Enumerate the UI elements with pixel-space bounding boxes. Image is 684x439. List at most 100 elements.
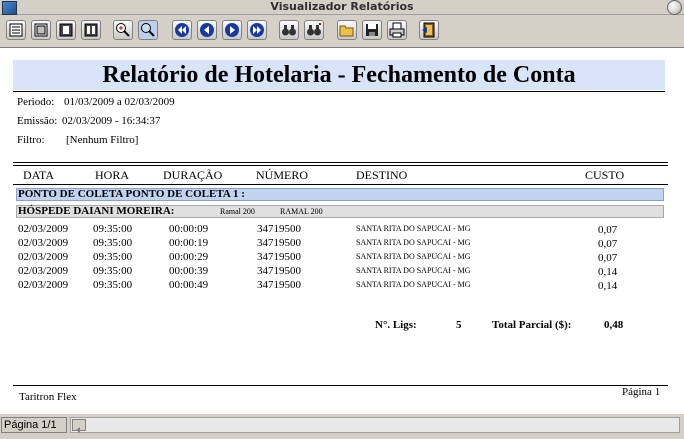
guest-label: HÓSPEDE DAIANI MOREIRA:	[18, 205, 175, 217]
print-button[interactable]	[387, 20, 407, 40]
window-title: Visualizador Relatórios	[270, 0, 414, 13]
first-page-icon	[175, 23, 189, 37]
zoom-fit-button[interactable]	[138, 20, 158, 40]
toolbar	[0, 15, 684, 47]
row-destino: SANTA RITA DO SAPUCAI - MG	[356, 280, 471, 289]
scroll-left-button[interactable]	[72, 419, 86, 433]
page-view-icon	[34, 23, 48, 37]
filtro-label: Filtro:	[17, 134, 45, 146]
row-hora: 09:35:00	[93, 265, 133, 277]
column-header-data: DATA	[23, 168, 55, 182]
status-bar: Página 1/1	[0, 413, 684, 437]
exit-icon	[422, 22, 435, 38]
first-page-button[interactable]	[172, 20, 192, 40]
footer-page-number: Página 1	[622, 386, 661, 398]
row-destino: SANTA RITA DO SAPUCAI - MG	[356, 238, 471, 247]
total-label: Total Parcial ($):	[492, 319, 572, 331]
row-custo: 0,07	[598, 252, 618, 264]
next-page-icon	[225, 23, 239, 37]
row-custo: 0,14	[598, 280, 618, 292]
header-line-bottom	[13, 165, 668, 166]
row-hora: 09:35:00	[93, 237, 133, 249]
row-hora: 09:35:00	[93, 223, 133, 235]
row-destino: SANTA RITA DO SAPUCAI - MG	[356, 224, 471, 233]
scroll-left-icon	[76, 427, 80, 433]
single-page-button[interactable]	[56, 20, 76, 40]
prev-page-icon	[200, 23, 214, 37]
open-icon	[339, 25, 354, 37]
guest-ramal-upper: RAMAL 200	[280, 207, 323, 216]
column-header-duracao: DURAÇÃO	[163, 168, 223, 182]
zoom-in-icon	[116, 23, 130, 37]
row-data: 02/03/2009	[18, 251, 69, 263]
title-bar: Visualizador Relatórios	[0, 0, 684, 15]
find-button[interactable]	[279, 20, 299, 40]
row-destino: SANTA RITA DO SAPUCAI - MG	[356, 266, 471, 275]
periodo-label: Periodo:	[17, 96, 55, 108]
row-numero: 34719500	[257, 223, 301, 235]
status-page: Página 1/1	[1, 417, 67, 433]
zoom-fit-icon	[141, 23, 155, 37]
last-page-button[interactable]	[247, 20, 267, 40]
row-hora: 09:35:00	[93, 279, 133, 291]
column-header-custo: CUSTO	[585, 168, 625, 182]
emissao-label: Emissão:	[17, 115, 58, 127]
row-data: 02/03/2009	[18, 237, 69, 249]
open-button[interactable]	[337, 20, 357, 40]
column-header-numero: NÚMERO	[256, 168, 309, 182]
row-custo: 0,14	[598, 266, 618, 278]
save-icon	[366, 24, 378, 36]
find-next-icon	[307, 23, 321, 36]
page-view-button[interactable]	[31, 20, 51, 40]
two-page-button[interactable]	[81, 20, 101, 40]
footer-divider	[13, 385, 668, 386]
save-button[interactable]	[362, 20, 382, 40]
exit-button[interactable]	[419, 20, 439, 40]
filtro-value: [Nenhum Filtro]	[66, 134, 139, 146]
prev-page-button[interactable]	[197, 20, 217, 40]
total-value: 0,48	[604, 319, 624, 331]
horizontal-scrollbar[interactable]	[70, 417, 680, 433]
columns-divider	[13, 184, 668, 185]
row-duracao: 00:00:09	[169, 223, 209, 235]
row-custo: 0,07	[598, 238, 618, 250]
row-numero: 34719500	[257, 279, 301, 291]
column-header-destino: DESTINO	[356, 168, 408, 182]
row-duracao: 00:00:49	[169, 279, 209, 291]
group-label: PONTO DE COLETA PONTO DE COLETA 1 :	[18, 188, 245, 200]
row-hora: 09:35:00	[93, 251, 133, 263]
guest-ramal: Ramal 200	[220, 207, 255, 216]
ligs-value: 5	[456, 319, 462, 331]
row-data: 02/03/2009	[18, 279, 69, 291]
list-view-icon	[9, 23, 23, 37]
row-numero: 34719500	[257, 251, 301, 263]
ligs-label: N°. Ligs:	[375, 319, 417, 331]
last-page-icon	[250, 23, 264, 37]
report-viewer: Relatório de Hotelaria - Fechamento de C…	[0, 47, 684, 414]
periodo-value: 01/03/2009 a 02/03/2009	[64, 96, 175, 108]
row-duracao: 00:00:19	[169, 237, 209, 249]
row-data: 02/03/2009	[18, 265, 69, 277]
row-numero: 34719500	[257, 265, 301, 277]
report-title: Relatório de Hotelaria - Fechamento de C…	[102, 62, 576, 88]
column-header-hora: HORA	[95, 168, 130, 182]
next-page-button[interactable]	[222, 20, 242, 40]
row-duracao: 00:00:29	[169, 251, 209, 263]
single-page-icon	[59, 23, 73, 37]
title-divider	[13, 91, 665, 92]
row-custo: 0,07	[598, 224, 618, 236]
footer-left: Taritron Flex	[19, 391, 77, 403]
row-duracao: 00:00:39	[169, 265, 209, 277]
row-data: 02/03/2009	[18, 223, 69, 235]
header-line-top	[13, 162, 668, 163]
zoom-in-button[interactable]	[113, 20, 133, 40]
row-numero: 34719500	[257, 237, 301, 249]
find-next-button[interactable]	[304, 20, 324, 40]
two-page-icon	[84, 23, 98, 37]
print-icon	[389, 22, 405, 38]
close-icon[interactable]	[667, 0, 682, 15]
emissao-value: 02/03/2009 - 16:34:37	[62, 115, 161, 127]
list-view-button[interactable]	[6, 20, 26, 40]
report-page: Relatório de Hotelaria - Fechamento de C…	[6, 50, 676, 412]
row-destino: SANTA RITA DO SAPUCAI - MG	[356, 252, 471, 261]
